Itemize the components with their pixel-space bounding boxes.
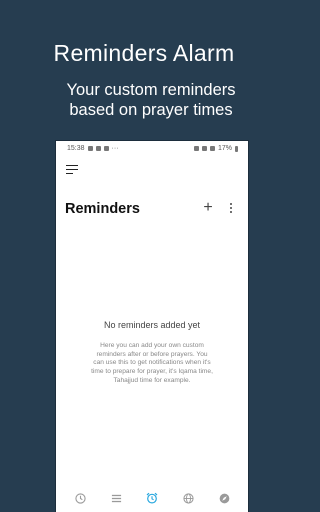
empty-state-line: reminders after or before prayers. You xyxy=(96,350,208,358)
status-time: 15:38 xyxy=(67,145,85,152)
promo-subtitle: Your custom reminders based on prayer ti… xyxy=(0,80,288,120)
empty-state-description: Here you can add your own custom reminde… xyxy=(66,342,238,386)
nav-reminders[interactable] xyxy=(145,491,159,505)
empty-state-title: No reminders added yet xyxy=(103,320,201,330)
page-title: Reminders xyxy=(65,201,140,217)
globe-icon xyxy=(182,492,194,504)
add-reminder-button[interactable]: + xyxy=(201,199,215,217)
image-notification-icon xyxy=(87,146,93,151)
empty-state-line: time to prepare for prayer, it's Iqama t… xyxy=(91,368,213,376)
nav-list[interactable] xyxy=(109,491,123,505)
promo-subtitle-line: based on prayer times xyxy=(69,101,233,119)
mail-notification-icon xyxy=(103,146,109,151)
menu-icon[interactable] xyxy=(66,165,78,175)
nav-compass[interactable] xyxy=(217,491,231,505)
wifi-icon xyxy=(209,146,215,151)
compass-icon xyxy=(219,493,229,503)
nav-prayer-times[interactable] xyxy=(73,491,87,505)
signal-icon xyxy=(201,146,207,151)
more-options-icon[interactable] xyxy=(228,203,234,215)
status-bar: 15:38 ··· 17% xyxy=(56,141,248,157)
phone-screen: 15:38 ··· 17% Reminders + No reminders a… xyxy=(56,141,248,512)
empty-state-line: Tahajjud time for example. xyxy=(113,376,191,384)
battery-percent: 17% xyxy=(217,145,232,152)
promo-title: Reminders Alarm xyxy=(53,40,235,66)
alarm-icon xyxy=(146,492,158,504)
status-more: ··· xyxy=(111,145,119,152)
bottom-navigation xyxy=(56,484,248,512)
mute-icon xyxy=(193,146,199,151)
empty-state-line: Here you can add your own custom xyxy=(100,342,204,349)
list-icon xyxy=(111,494,121,502)
nav-qibla-world[interactable] xyxy=(181,491,195,505)
calendar-notification-icon xyxy=(95,146,101,151)
empty-state-line: can use this to get notifications when i… xyxy=(93,359,211,367)
promo-subtitle-line: Your custom reminders xyxy=(66,81,236,99)
clock-icon xyxy=(74,492,86,504)
battery-icon xyxy=(235,145,238,152)
